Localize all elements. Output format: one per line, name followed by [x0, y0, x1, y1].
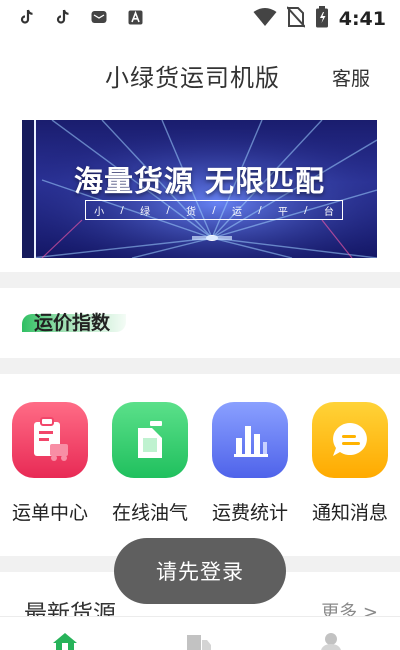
section-divider [0, 358, 400, 374]
freight-index-title: 运价指数 [34, 312, 111, 334]
tiktok-icon [18, 8, 36, 26]
banner-subtitle-char: 平 [277, 206, 288, 218]
menu-item-waybill-center[interactable]: 运单中心 [0, 402, 100, 532]
banner-subtitle-char: 货 [186, 206, 197, 218]
banner-subtitle-char: / [258, 204, 262, 216]
customer-service-button[interactable]: 客服 [332, 64, 370, 91]
status-time: 4:41 [338, 8, 386, 30]
menu-label: 运单中心 [11, 502, 88, 524]
quick-menu: 运单中心 在线油气 运费统计 通知消息 [0, 402, 400, 532]
section-divider [0, 272, 400, 288]
login-toast: 请先登录 [114, 538, 286, 604]
battery-icon [315, 6, 329, 32]
menu-item-notifications[interactable]: 通知消息 [300, 402, 400, 532]
banner-subtitle-char: 台 [323, 206, 334, 218]
font-a-icon [126, 8, 144, 26]
banner-subtitle-char: 运 [231, 206, 242, 218]
status-bar: 4:41 [0, 0, 400, 36]
banner-subtitle-char: / [212, 204, 216, 216]
banner-subtitle-char: / [166, 204, 170, 216]
app-screen: 4:41 小绿货运司机版 客服 海量货源 无限匹配 小 / 绿 / 货 / 运 … [0, 0, 400, 650]
menu-item-freight-statistics[interactable]: 运费统计 [200, 402, 300, 532]
truck-icon[interactable] [184, 631, 214, 650]
banner-title: 海量货源 无限匹配 [73, 164, 326, 198]
waybill-icon [12, 402, 88, 478]
banner-subtitle-char: 绿 [140, 206, 151, 218]
bar-chart-icon [212, 402, 288, 478]
tiktok-icon [54, 8, 72, 26]
promo-banner[interactable]: 海量货源 无限匹配 小 / 绿 / 货 / 运 / 平 / 台 [22, 120, 377, 258]
menu-label: 通知消息 [311, 502, 388, 524]
mail-icon [90, 8, 108, 26]
app-header: 小绿货运司机版 客服 [0, 52, 400, 98]
fuel-can-icon [112, 402, 188, 478]
banner-subtitle-char: 小 [94, 206, 105, 218]
bottom-nav [0, 616, 400, 650]
wifi-icon [253, 7, 277, 31]
home-icon[interactable] [50, 631, 80, 650]
banner-subtitle-char: / [304, 204, 308, 216]
menu-item-online-fuel[interactable]: 在线油气 [100, 402, 200, 532]
banner-subtitle: 小 / 绿 / 货 / 运 / 平 / 台 [85, 200, 343, 220]
menu-label: 在线油气 [111, 502, 188, 524]
banner-subtitle-char: / [120, 204, 124, 216]
menu-label: 运费统计 [211, 502, 288, 524]
user-icon[interactable] [316, 631, 346, 650]
message-icon [312, 402, 388, 478]
page-title: 小绿货运司机版 [105, 64, 280, 92]
no-sim-icon [285, 6, 306, 32]
